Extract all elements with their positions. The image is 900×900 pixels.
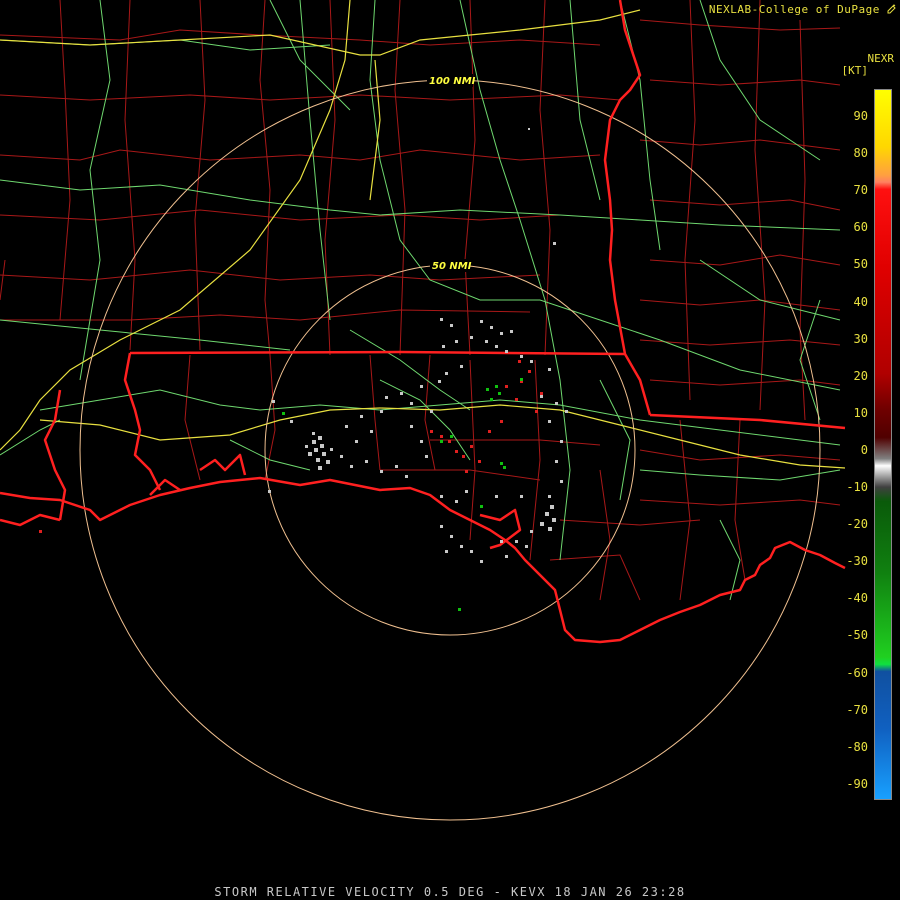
scale-tick-label: -40 (846, 591, 868, 606)
scale-tick-label: 0 (860, 442, 868, 457)
velocity-color-scale (874, 89, 892, 800)
scale-tick-label: -20 (846, 517, 868, 532)
scale-units: [KT] (841, 64, 869, 77)
product-caption: STORM RELATIVE VELOCITY 0.5 DEG - KEVX 1… (214, 885, 686, 899)
scale-tick-label: 60 (853, 220, 868, 235)
credit-text: NEXLAB-College of DuPage (708, 3, 880, 16)
scale-tick-label: -80 (846, 739, 868, 754)
scale-tick-label: 70 (853, 183, 868, 198)
scale-tick-label: -10 (846, 480, 868, 494)
scale-tick-label: -70 (846, 702, 868, 717)
product-code: NEXR (867, 52, 895, 65)
scale-tick-label: -30 (846, 554, 868, 569)
radar-map: 100 NMI 50 NMI (0, 0, 900, 900)
credit-label: NEXLAB-College of DuPage (709, 3, 896, 16)
range-ring-50-label: 50 NMI (432, 261, 472, 272)
scale-tick-label: 10 (853, 405, 868, 420)
scale-tick-label: 20 (853, 368, 868, 383)
scale-tick-label: 40 (853, 294, 868, 309)
scale-tick-label: -50 (846, 628, 868, 643)
scale-tick-label: -60 (846, 665, 868, 680)
scale-tick-label: 90 (853, 109, 868, 123)
scale-tick-label: 80 (853, 146, 868, 161)
scale-tick-label: -90 (846, 776, 868, 791)
range-ring-100-label: 100 NMI (429, 76, 476, 87)
pencil-icon (887, 4, 896, 14)
scale-tick-label: 50 (853, 257, 868, 272)
scale-tick-label: 30 (853, 331, 868, 346)
